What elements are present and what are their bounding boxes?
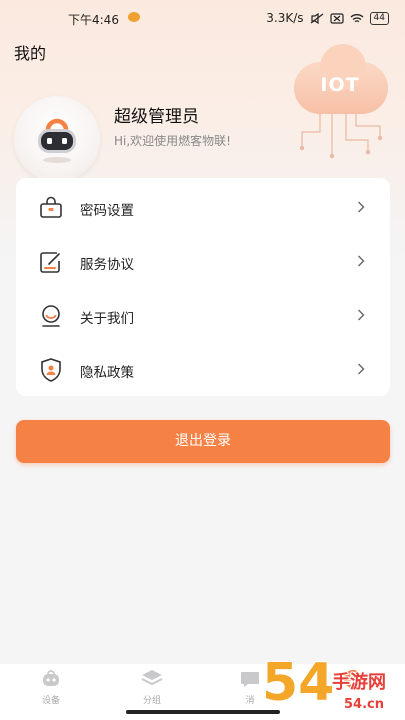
- menu-item-label: 服务协议: [80, 257, 134, 273]
- home-indicator: [126, 710, 280, 714]
- sim-icon: [329, 12, 344, 24]
- nav-item-devices[interactable]: 设备: [16, 668, 86, 706]
- menu-item-label: 隐私政策: [80, 365, 134, 381]
- device-icon: [43, 670, 59, 686]
- watermark-sub: 54.cn: [344, 697, 384, 712]
- nav-label: 分组: [142, 696, 161, 706]
- chevron-right-icon: [358, 255, 365, 267]
- profile-greeting: Hi,欢迎使用燃客物联!: [114, 134, 231, 148]
- chevron-right-icon: [358, 363, 365, 375]
- avatar[interactable]: [14, 96, 100, 182]
- message-icon: [241, 672, 259, 687]
- nav-label: 设备: [41, 696, 60, 706]
- battery-indicator: 44: [369, 11, 389, 25]
- watermark-number: 54: [262, 653, 334, 713]
- menu-item-service-agreement[interactable]: 服务协议: [16, 234, 390, 288]
- layers-icon: [141, 670, 163, 686]
- page-title: 我的: [14, 44, 47, 63]
- eye-icon: [128, 12, 140, 22]
- menu-item-privacy-policy[interactable]: 隐私政策: [16, 342, 390, 396]
- robot-avatar-icon: [38, 118, 76, 163]
- mute-icon: [310, 12, 323, 24]
- watermark-text: 手游网: [332, 671, 386, 693]
- nav-item-groups[interactable]: 分组: [117, 668, 187, 706]
- network-speed: 3.3K/s: [266, 11, 304, 25]
- menu-item-label: 关于我们: [80, 311, 134, 327]
- profile-name: 超级管理员: [114, 107, 199, 127]
- lock-icon: [40, 196, 62, 218]
- menu-item-password-settings[interactable]: 密码设置: [16, 180, 390, 234]
- iot-cloud-illustration: IOT: [290, 44, 390, 159]
- wifi-icon: [350, 13, 363, 22]
- menu-card: 密码设置 服务协议 关于我们 隐私政策: [16, 178, 390, 396]
- chevron-right-icon: [358, 309, 365, 321]
- iot-label: IOT: [320, 74, 360, 96]
- info-icon: [42, 305, 60, 327]
- status-indicators: 3.3K/s 44: [266, 11, 389, 25]
- status-bar: 下午4:46 3.3K/s 44: [0, 0, 405, 34]
- menu-item-about-us[interactable]: 关于我们: [16, 288, 390, 342]
- shield-icon: [41, 358, 61, 382]
- status-time: 下午4:46: [68, 13, 119, 27]
- logout-button[interactable]: 退出登录: [16, 420, 390, 463]
- document-edit-icon: [40, 252, 60, 273]
- menu-item-label: 密码设置: [80, 203, 134, 219]
- chevron-right-icon: [358, 201, 365, 213]
- circuit-lines-icon: [299, 114, 383, 159]
- site-watermark: 54 手游网 54.cn: [262, 652, 387, 714]
